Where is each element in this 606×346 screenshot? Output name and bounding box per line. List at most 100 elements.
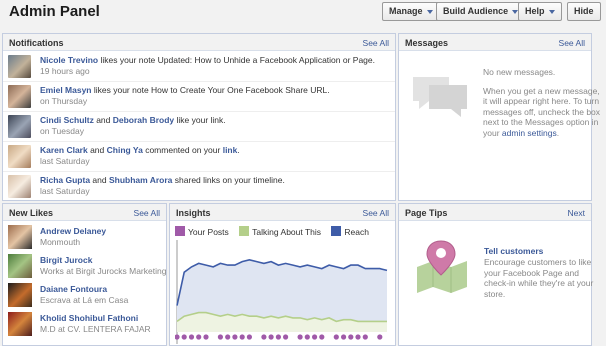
liker-name[interactable]: Kholid Shohibul Fathoni: [40, 313, 138, 323]
post-marker[interactable]: [225, 334, 231, 340]
post-marker[interactable]: [239, 334, 245, 340]
notifications-title: Notifications: [9, 38, 64, 48]
post-marker[interactable]: [196, 334, 202, 340]
avatar[interactable]: [8, 175, 31, 198]
manage-label: Manage: [389, 6, 423, 16]
liker-subtitle: Monmouth: [40, 237, 81, 247]
help-label: Help: [525, 6, 545, 16]
post-marker[interactable]: [217, 334, 223, 340]
liker-name[interactable]: Birgit Jurock: [40, 255, 92, 265]
post-marker[interactable]: [188, 334, 195, 340]
notification-time: last Saturday: [40, 186, 90, 196]
help-button[interactable]: Help: [518, 2, 562, 21]
post-marker[interactable]: [175, 334, 180, 340]
insights-chart: [175, 240, 388, 344]
legend-swatch: [239, 226, 250, 236]
avatar[interactable]: [8, 115, 31, 138]
notification-item[interactable]: Nicole Trevino likes your note Updated: …: [3, 52, 395, 82]
post-marker[interactable]: [261, 334, 267, 340]
chart-legend: Your Posts Talking About This Reach: [175, 226, 377, 237]
legend-item[interactable]: Reach: [331, 226, 369, 237]
new-likes-see-all-link[interactable]: See All: [134, 208, 160, 218]
post-marker[interactable]: [355, 334, 361, 340]
avatar[interactable]: [8, 145, 31, 168]
post-marker[interactable]: [246, 334, 252, 340]
page-tips-next-link[interactable]: Next: [568, 208, 585, 218]
notification-actor[interactable]: Karen Clark: [40, 145, 88, 155]
messages-info-tail: .: [556, 127, 560, 138]
avatar[interactable]: [8, 312, 32, 336]
post-marker[interactable]: [203, 334, 209, 340]
manage-button[interactable]: Manage: [382, 2, 440, 21]
admin-settings-link[interactable]: admin settings: [502, 128, 557, 138]
notification-actor[interactable]: Deborah Brody: [113, 115, 174, 125]
notification-text: likes your note Updated: How to Unhide a…: [98, 55, 375, 65]
notification-actor[interactable]: Richa Gupta: [40, 175, 90, 185]
legend-item[interactable]: Talking About This: [239, 226, 321, 237]
notification-actor[interactable]: Ching Ya: [107, 145, 143, 155]
hide-button[interactable]: Hide: [567, 2, 601, 21]
page-tips-panel: Page Tips Next Tell customers Encourage …: [398, 203, 593, 346]
post-marker[interactable]: [297, 334, 303, 340]
notification-time: on Thursday: [40, 96, 88, 106]
post-marker[interactable]: [312, 334, 318, 340]
page-title: Admin Panel: [9, 3, 100, 20]
notification-item[interactable]: Cindi Schultz and Deborah Brody like you…: [3, 112, 395, 142]
post-marker[interactable]: [275, 334, 281, 340]
liker-subtitle: M.D at CV. LENTERA FAJAR: [40, 324, 151, 334]
insights-title: Insights: [176, 208, 211, 218]
list-item[interactable]: Birgit Jurock Works at Birgit Jurocks Ma…: [3, 252, 166, 281]
chevron-down-icon: [426, 9, 433, 14]
avatar[interactable]: [8, 254, 32, 278]
notification-connector: and: [93, 115, 113, 125]
post-marker[interactable]: [348, 334, 354, 340]
new-likes-title: New Likes: [9, 208, 54, 218]
build-audience-button[interactable]: Build Audience: [436, 2, 526, 21]
page-tips-title: Page Tips: [405, 208, 448, 218]
notification-object-link[interactable]: link: [223, 145, 238, 155]
avatar[interactable]: [8, 225, 32, 249]
tip-title[interactable]: Tell customers: [484, 246, 543, 256]
notification-connector: and: [87, 145, 107, 155]
messages-header: Messages See All: [399, 34, 591, 51]
liker-name[interactable]: Andrew Delaney: [40, 226, 106, 236]
post-marker[interactable]: [362, 334, 368, 340]
notification-punctuation: .: [237, 145, 240, 155]
post-marker[interactable]: [377, 334, 383, 340]
notifications-header: Notifications See All: [3, 34, 395, 51]
legend-swatch: [331, 226, 342, 236]
post-marker[interactable]: [181, 334, 187, 340]
notifications-see-all-link[interactable]: See All: [363, 38, 389, 48]
list-item[interactable]: Andrew Delaney Monmouth: [3, 223, 166, 252]
insights-see-all-link[interactable]: See All: [363, 208, 389, 218]
no-messages-text: No new messages.: [483, 67, 556, 77]
avatar[interactable]: [8, 55, 31, 78]
insights-panel: Insights See All Your Posts Talking Abou…: [169, 203, 396, 346]
notification-actor[interactable]: Nicole Trevino: [40, 55, 98, 65]
legend-item[interactable]: Your Posts: [175, 226, 229, 237]
messages-see-all-link[interactable]: See All: [559, 38, 585, 48]
post-marker[interactable]: [232, 334, 238, 340]
notification-actor[interactable]: Emiel Masyn: [40, 85, 92, 95]
post-marker[interactable]: [333, 334, 339, 340]
post-marker[interactable]: [283, 334, 289, 340]
liker-subtitle: Escrava at Lá em Casa: [40, 295, 129, 305]
liker-name[interactable]: Daiane Fontoura: [40, 284, 107, 294]
chevron-down-icon: [548, 9, 555, 14]
post-marker[interactable]: [319, 334, 325, 340]
avatar[interactable]: [8, 85, 31, 108]
notification-item[interactable]: Emiel Masyn likes your note How to Creat…: [3, 82, 395, 112]
list-item[interactable]: Daiane Fontoura Escrava at Lá em Casa: [3, 281, 166, 310]
notification-text: like your link.: [174, 115, 226, 125]
post-marker[interactable]: [304, 334, 310, 340]
post-marker[interactable]: [268, 334, 274, 340]
legend-label: Talking About This: [252, 227, 322, 237]
notification-item[interactable]: Richa Gupta and Shubham Arora shared lin…: [3, 172, 395, 202]
post-marker[interactable]: [341, 334, 347, 340]
notification-item[interactable]: Karen Clark and Ching Ya commented on yo…: [3, 142, 395, 172]
avatar[interactable]: [8, 283, 32, 307]
notification-actor[interactable]: Shubham Arora: [109, 175, 172, 185]
list-item[interactable]: Kholid Shohibul Fathoni M.D at CV. LENTE…: [3, 310, 166, 339]
new-likes-panel: New Likes See All Andrew Delaney Monmout…: [2, 203, 167, 346]
notification-actor[interactable]: Cindi Schultz: [40, 115, 94, 125]
